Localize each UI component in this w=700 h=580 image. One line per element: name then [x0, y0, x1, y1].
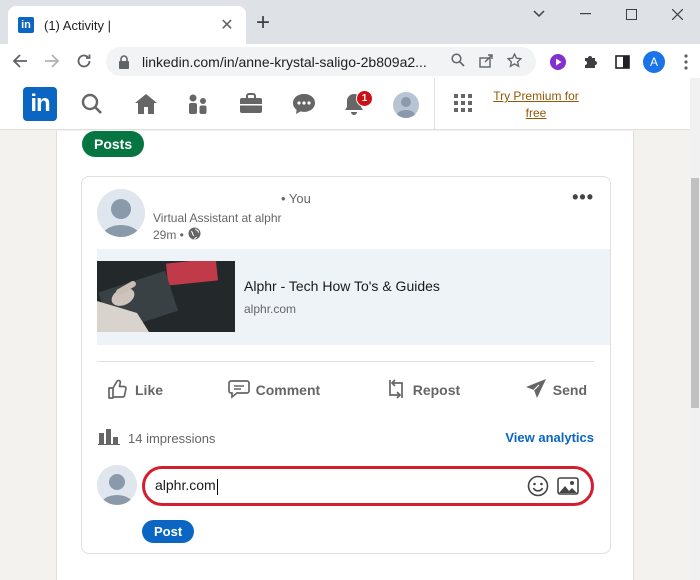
browser-toolbar: linkedin.com/in/anne-krystal-saligo-2b80… — [0, 44, 700, 78]
notification-count-badge: 1 — [356, 90, 373, 107]
link-domain: alphr.com — [244, 302, 297, 316]
like-button[interactable]: Like — [107, 373, 163, 407]
link-title: Alphr - Tech How To's & Guides — [244, 278, 440, 294]
side-panel-icon[interactable] — [608, 48, 636, 76]
repost-button[interactable]: Repost — [385, 373, 460, 407]
me-avatar[interactable] — [393, 92, 419, 118]
extensions-area: A — [544, 48, 700, 76]
search-icon[interactable] — [80, 92, 106, 118]
link-thumbnail — [97, 261, 235, 332]
tab-title: (1) Activity | — [44, 17, 111, 33]
linkedin-favicon-icon: in — [18, 17, 34, 33]
view-analytics-link[interactable]: View analytics — [505, 430, 594, 445]
close-window-icon[interactable] — [654, 0, 700, 28]
link-preview[interactable]: Alphr - Tech How To's & Guides alphr.com — [97, 249, 610, 345]
thumbs-up-icon — [107, 378, 129, 403]
social-actions-bar: Like Comment Repost Send — [97, 373, 597, 407]
bookmark-star-icon[interactable] — [500, 51, 528, 71]
play-extension-icon[interactable] — [544, 48, 572, 76]
post-card: • You Virtual Assistant at alphr 29m • •… — [81, 176, 611, 554]
send-button[interactable]: Send — [525, 373, 587, 407]
send-paper-plane-icon — [525, 378, 547, 403]
profile-avatar[interactable]: A — [640, 48, 668, 76]
my-network-icon[interactable] — [186, 92, 212, 118]
comment-button[interactable]: Comment — [227, 373, 320, 407]
address-bar[interactable]: linkedin.com/in/anne-krystal-saligo-2b80… — [106, 47, 536, 76]
scrollbar-thumb[interactable] — [691, 178, 699, 408]
puzzle-extensions-icon[interactable] — [576, 48, 604, 76]
nav-divider — [434, 78, 435, 130]
jobs-briefcase-icon[interactable] — [238, 92, 264, 118]
photo-icon[interactable] — [553, 471, 583, 501]
more-options-icon[interactable]: ••• — [572, 187, 594, 208]
forward-arrow-icon[interactable] — [36, 45, 68, 77]
author-avatar[interactable] — [97, 189, 145, 237]
browser-tab-strip: in (1) Activity | ✕ + — [0, 0, 700, 44]
globe-icon — [188, 227, 201, 243]
author-headline: Virtual Assistant at alphr — [153, 211, 282, 225]
lock-icon — [118, 54, 130, 69]
work-grid-icon[interactable] — [453, 93, 479, 119]
messaging-icon[interactable] — [291, 92, 317, 118]
impressions-stat: 14 impressions — [98, 429, 215, 448]
commenter-avatar — [97, 465, 137, 505]
url-text: linkedin.com/in/anne-krystal-saligo-2b80… — [142, 53, 427, 70]
chevron-down-icon[interactable] — [516, 0, 562, 28]
share-icon[interactable] — [472, 53, 500, 71]
linkedin-nav: in 1 Try Premium for free — [0, 78, 690, 130]
page-scrollbar[interactable] — [690, 78, 700, 580]
comment-bubble-icon — [227, 379, 250, 402]
post-comment-button[interactable]: Post — [142, 520, 195, 543]
posts-filter-pill[interactable]: Posts — [82, 131, 145, 157]
back-arrow-icon[interactable] — [4, 45, 36, 77]
text-caret — [216, 478, 218, 495]
tab-close-icon[interactable]: ✕ — [218, 15, 236, 35]
reload-icon[interactable] — [68, 45, 100, 77]
minimize-icon[interactable] — [562, 0, 608, 28]
new-tab-icon[interactable]: + — [256, 9, 270, 37]
kebab-menu-icon[interactable] — [672, 48, 700, 76]
maximize-icon[interactable] — [608, 0, 654, 28]
try-premium-link[interactable]: Try Premium for free — [484, 88, 588, 122]
actions-divider — [97, 361, 594, 362]
post-time: 29m • — [153, 227, 201, 243]
window-controls — [516, 0, 700, 28]
you-label: • You — [281, 191, 311, 206]
repost-arrows-icon — [385, 378, 407, 403]
search-icon[interactable] — [444, 53, 472, 70]
comment-input[interactable]: alphr.com — [142, 466, 594, 506]
browser-tab[interactable]: in (1) Activity | ✕ — [8, 6, 246, 44]
bar-chart-icon — [98, 429, 120, 448]
emoji-icon[interactable] — [523, 471, 553, 501]
home-icon[interactable] — [133, 92, 159, 118]
activity-card: Posts • You Virtual Assistant at alphr 2… — [56, 131, 634, 580]
linkedin-logo[interactable]: in — [23, 87, 57, 121]
comment-input-text[interactable]: alphr.com — [155, 477, 523, 495]
